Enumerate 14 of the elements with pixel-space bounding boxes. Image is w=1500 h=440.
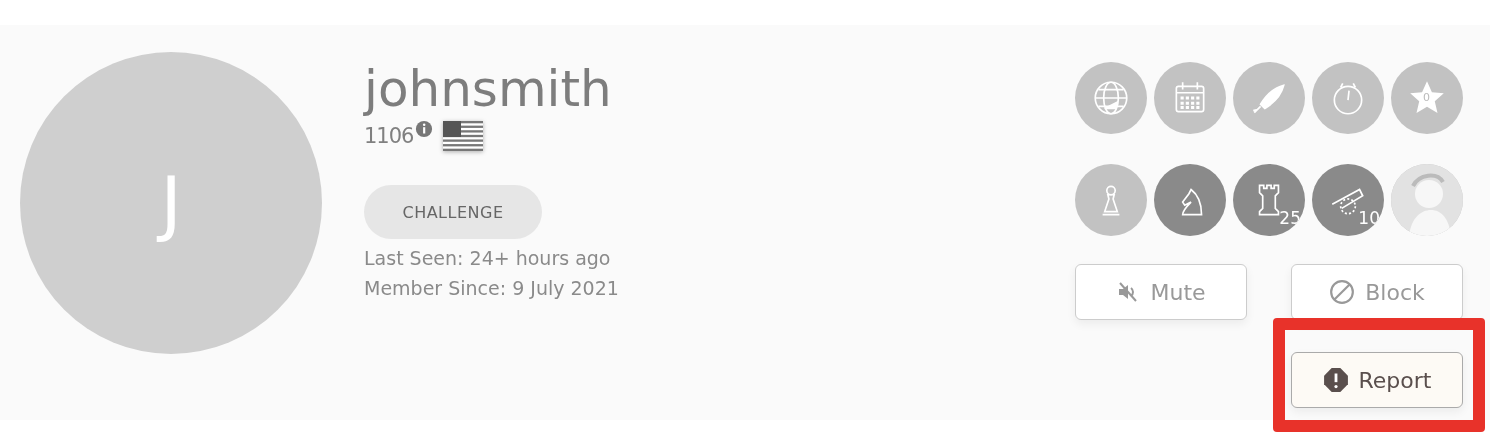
badge[interactable]: 0 xyxy=(1391,62,1463,134)
rating: 1106 xyxy=(364,124,414,148)
block-button[interactable]: Block xyxy=(1291,264,1463,320)
info-icon[interactable] xyxy=(415,120,434,138)
badge-count: 0 xyxy=(1423,91,1430,104)
member-since: Member Since: 9 July 2021 xyxy=(364,276,620,301)
report-button[interactable]: Report xyxy=(1291,352,1463,408)
last-seen: Last Seen: 24+ hours ago xyxy=(364,246,612,271)
warning-icon xyxy=(1322,367,1349,393)
flag-icon xyxy=(443,121,484,151)
challenge-button[interactable]: CHALLENGE xyxy=(364,185,542,239)
username: johnsmith xyxy=(364,59,613,119)
block-icon xyxy=(1329,279,1356,305)
mute-button[interactable]: Mute xyxy=(1075,264,1247,320)
